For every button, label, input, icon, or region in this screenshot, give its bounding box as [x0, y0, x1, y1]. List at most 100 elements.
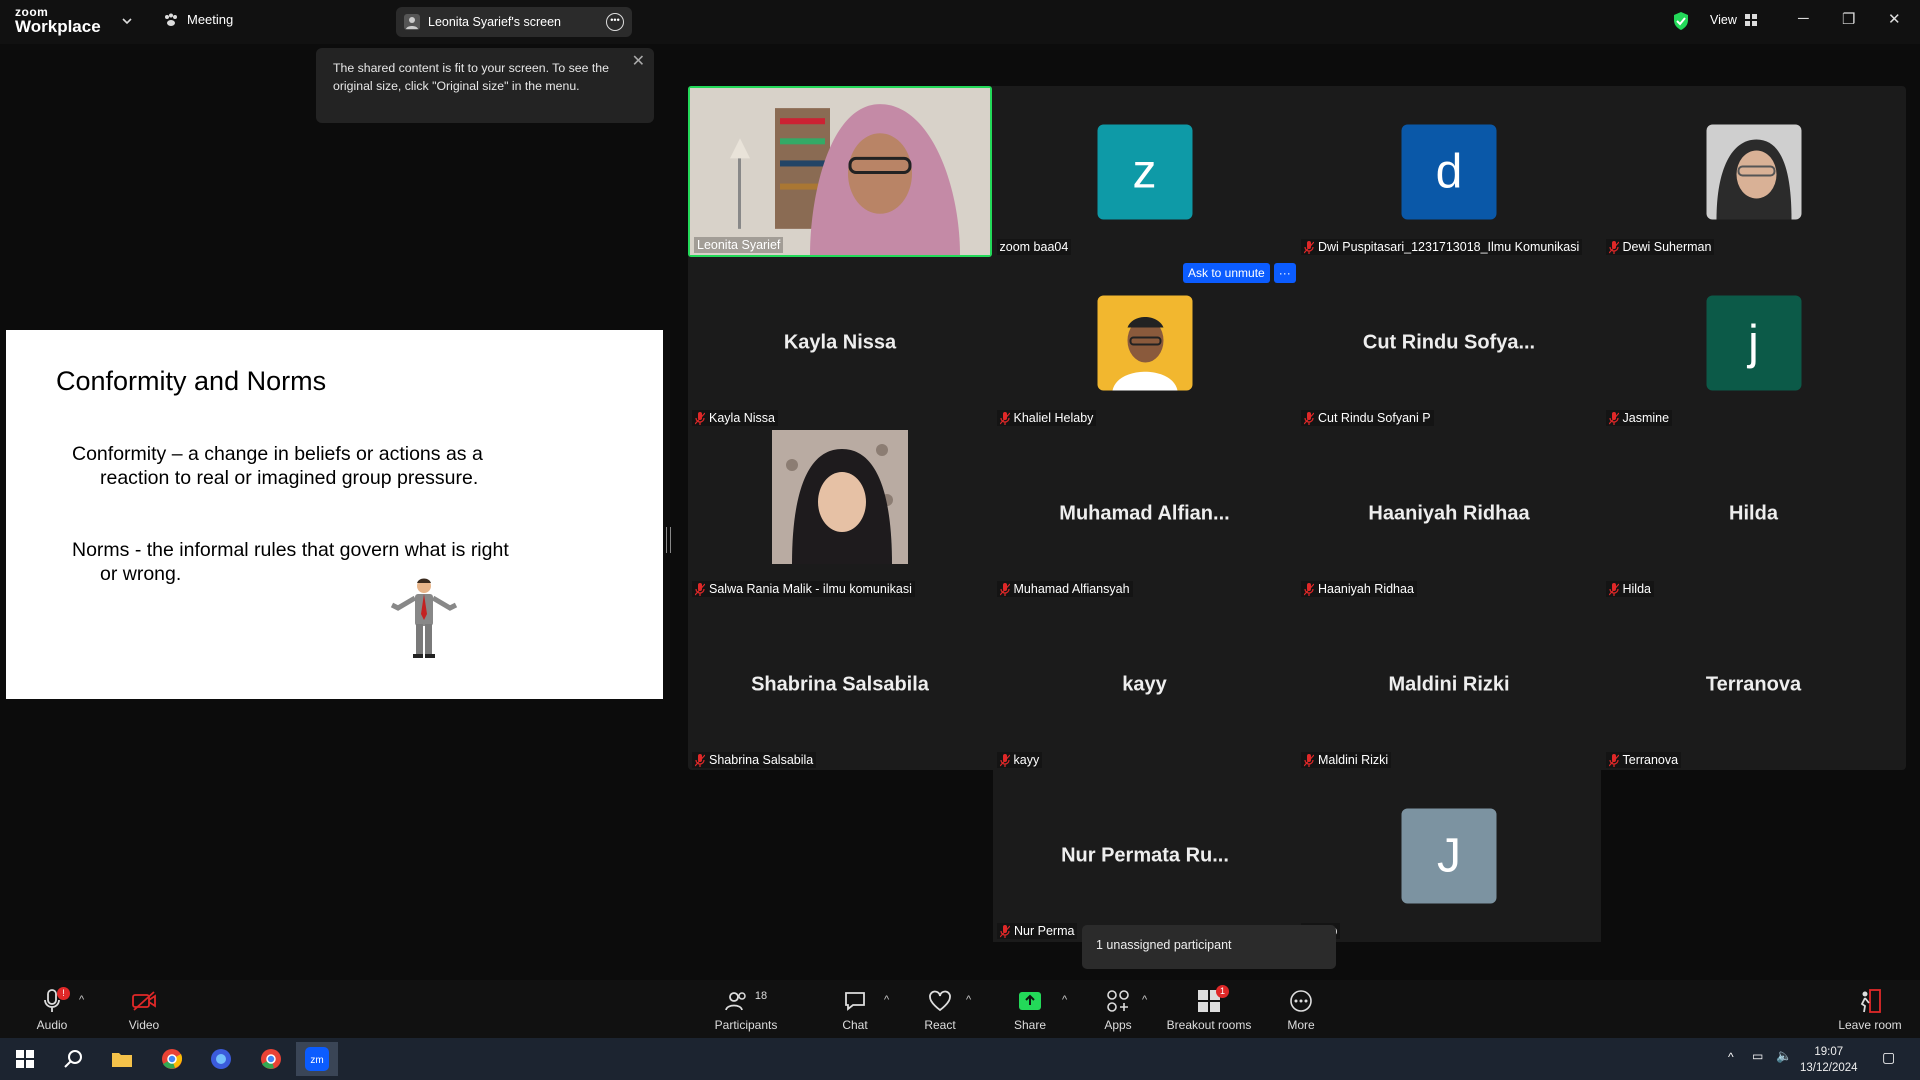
- close-icon[interactable]: ✕: [632, 53, 645, 71]
- video-button[interactable]: Video: [99, 988, 189, 1032]
- tooltip-text: The shared content is fit to your screen…: [333, 61, 609, 93]
- share-label: Share: [1013, 1018, 1047, 1032]
- logo-main-text: Workplace: [15, 17, 101, 36]
- tray-chevron-icon[interactable]: ^: [1728, 1050, 1734, 1064]
- muted-mic-icon: [1304, 582, 1314, 596]
- chat-options-caret-icon[interactable]: ^: [884, 994, 889, 1006]
- network-icon[interactable]: ▭: [1752, 1049, 1763, 1063]
- participant-video: [690, 88, 990, 255]
- participant-name: Maldini Rizki: [1318, 753, 1389, 767]
- share-options-caret-icon[interactable]: ^: [1062, 994, 1067, 1006]
- chevron-down-icon[interactable]: [120, 14, 134, 28]
- muted-mic-icon: [695, 411, 705, 425]
- system-clock[interactable]: 19:07 13/12/2024: [1800, 1044, 1858, 1076]
- unassigned-participant-popup[interactable]: 1 unassigned participant: [1082, 925, 1336, 969]
- participant-name: Jasmine: [1622, 411, 1670, 425]
- paw-icon: [165, 13, 177, 26]
- participant-tile[interactable]: Terranova Terranova: [1602, 599, 1906, 770]
- slide-paragraph-2-line-1: Norms - the informal rules that govern w…: [72, 539, 509, 561]
- audio-options-caret-icon[interactable]: ^: [79, 994, 84, 1006]
- breakout-rooms-label: Breakout rooms: [1166, 1018, 1252, 1032]
- participant-name: Terranova: [1622, 753, 1679, 767]
- meeting-menu[interactable]: Meeting: [163, 12, 233, 27]
- participant-tile[interactable]: Nur Permata Ru... Nur Perma: [993, 770, 1297, 941]
- participant-tile[interactable]: Cut Rindu Sofya... Cut Rindu Sofyani P: [1297, 257, 1601, 428]
- leave-room-button[interactable]: Leave room: [1825, 988, 1915, 1032]
- shared-screen-pill[interactable]: Leonita Syarief's screen •••: [396, 7, 632, 37]
- participants-label: Participants: [714, 1018, 778, 1032]
- search-icon[interactable]: [52, 1042, 94, 1076]
- participant-tile[interactable]: Jnsyhp: [1297, 770, 1601, 941]
- windows-start-icon[interactable]: [4, 1042, 46, 1076]
- participant-name: zoom baa04: [999, 240, 1069, 254]
- apps-icon: [1107, 990, 1129, 1012]
- muted-mic-icon: [695, 582, 705, 596]
- react-button[interactable]: React: [895, 988, 985, 1032]
- apps-button[interactable]: Apps: [1073, 988, 1163, 1032]
- participant-tile[interactable]: Shabrina Salsabila Shabrina Salsabila: [688, 599, 992, 770]
- volume-icon[interactable]: 🔈: [1776, 1048, 1792, 1064]
- slide-paragraph-1-line-2: reaction to real or imagined group press…: [100, 467, 479, 489]
- participant-name-label: Shabrina Salsabila: [692, 752, 817, 768]
- avatar: z: [1097, 124, 1192, 219]
- meeting-toolbar: Audio ! ^ Video 18 Participants Chat ^ R…: [0, 980, 1920, 1038]
- unassigned-text: 1 unassigned participant: [1096, 938, 1232, 952]
- participant-tile[interactable]: Kayla Nissa Kayla Nissa: [688, 257, 992, 428]
- participant-tile[interactable]: Hilda Hilda: [1602, 428, 1906, 599]
- participants-button[interactable]: 18 Participants: [701, 988, 791, 1032]
- notification-icon[interactable]: ▢: [1882, 1049, 1895, 1066]
- participant-tile[interactable]: d Dwi Puspitasari_1231713018_Ilmu Komunik…: [1297, 86, 1601, 257]
- svg-text:zm: zm: [310, 1055, 323, 1066]
- participant-name-label: Leonita Syarief: [694, 237, 784, 253]
- restore-icon[interactable]: ❐: [1842, 10, 1855, 28]
- breakout-rooms-button[interactable]: Breakout rooms 1: [1164, 985, 1254, 1032]
- minimize-icon[interactable]: ─: [1798, 10, 1809, 27]
- more-button[interactable]: More: [1256, 988, 1346, 1032]
- chat-icon: [845, 992, 865, 1011]
- participant-name-label: kayy: [996, 752, 1043, 768]
- user-avatar-icon: [404, 14, 420, 30]
- participant-name-label: Nur Perma: [997, 923, 1078, 939]
- participant-tile[interactable]: z zoom baa04: [993, 86, 1297, 257]
- heart-icon: [929, 990, 951, 1012]
- view-button[interactable]: View: [1710, 13, 1757, 27]
- react-options-caret-icon[interactable]: ^: [966, 994, 971, 1006]
- participant-tile[interactable]: Salwa Rania Malik - ilmu komunikasi: [688, 428, 992, 599]
- leave-room-label: Leave room: [1838, 1018, 1902, 1032]
- participant-name: Leonita Syarief: [697, 238, 781, 252]
- participant-name: Haaniyah Ridhaa: [1318, 582, 1414, 596]
- participant-tile[interactable]: kayy kayy: [993, 599, 1297, 770]
- avatar: [1706, 124, 1801, 219]
- audio-warning-badge: !: [57, 987, 70, 1000]
- participant-tile[interactable]: Muhamad Alfian... Muhamad Alfiansyah: [993, 428, 1297, 599]
- participant-tile[interactable]: j Jasmine: [1602, 257, 1906, 428]
- participant-tile[interactable]: Dewi Suherman: [1602, 86, 1906, 257]
- windows-taskbar: zm ^ ▭ 🔈 ▢: [0, 1038, 1920, 1080]
- ask-to-unmute-button[interactable]: Ask to unmute: [1183, 263, 1270, 283]
- participant-display-name: Muhamad Alfian...: [1059, 502, 1230, 524]
- avatar: j: [1706, 295, 1801, 390]
- participant-tile[interactable]: Haaniyah Ridhaa Haaniyah Ridhaa: [1297, 428, 1601, 599]
- zoom-taskbar-icon[interactable]: zm: [296, 1042, 338, 1076]
- participant-display-name: Nur Permata Ru...: [1061, 844, 1229, 866]
- chrome-profile-icon[interactable]: [250, 1042, 292, 1076]
- split-resize-handle[interactable]: [666, 527, 671, 553]
- tile-more-button[interactable]: ···: [1273, 263, 1296, 283]
- participant-tile[interactable]: Maldini Rizki Maldini Rizki: [1297, 599, 1601, 770]
- slide-paragraph-1-line-1: Conformity – a change in beliefs or acti…: [72, 443, 483, 465]
- participant-display-name: Hilda: [1729, 502, 1778, 524]
- participant-tile[interactable]: Leonita Syarief: [688, 86, 992, 257]
- shared-slide: Conformity and Norms Conformity – a chan…: [6, 330, 663, 699]
- apps-options-caret-icon[interactable]: ^: [1142, 994, 1147, 1006]
- participant-name-label: Muhamad Alfiansyah: [996, 581, 1133, 597]
- participant-name-label: Haaniyah Ridhaa: [1301, 581, 1417, 597]
- more-options-icon[interactable]: •••: [606, 13, 624, 31]
- browser-app-icon[interactable]: [200, 1042, 242, 1076]
- file-explorer-icon[interactable]: [101, 1042, 143, 1076]
- shield-icon[interactable]: [1672, 11, 1690, 31]
- chrome-icon[interactable]: [151, 1042, 193, 1076]
- avatar: [1097, 295, 1192, 390]
- muted-mic-icon: [999, 753, 1010, 767]
- participant-name: Kayla Nissa: [709, 411, 775, 425]
- close-window-icon[interactable]: ✕: [1888, 10, 1901, 28]
